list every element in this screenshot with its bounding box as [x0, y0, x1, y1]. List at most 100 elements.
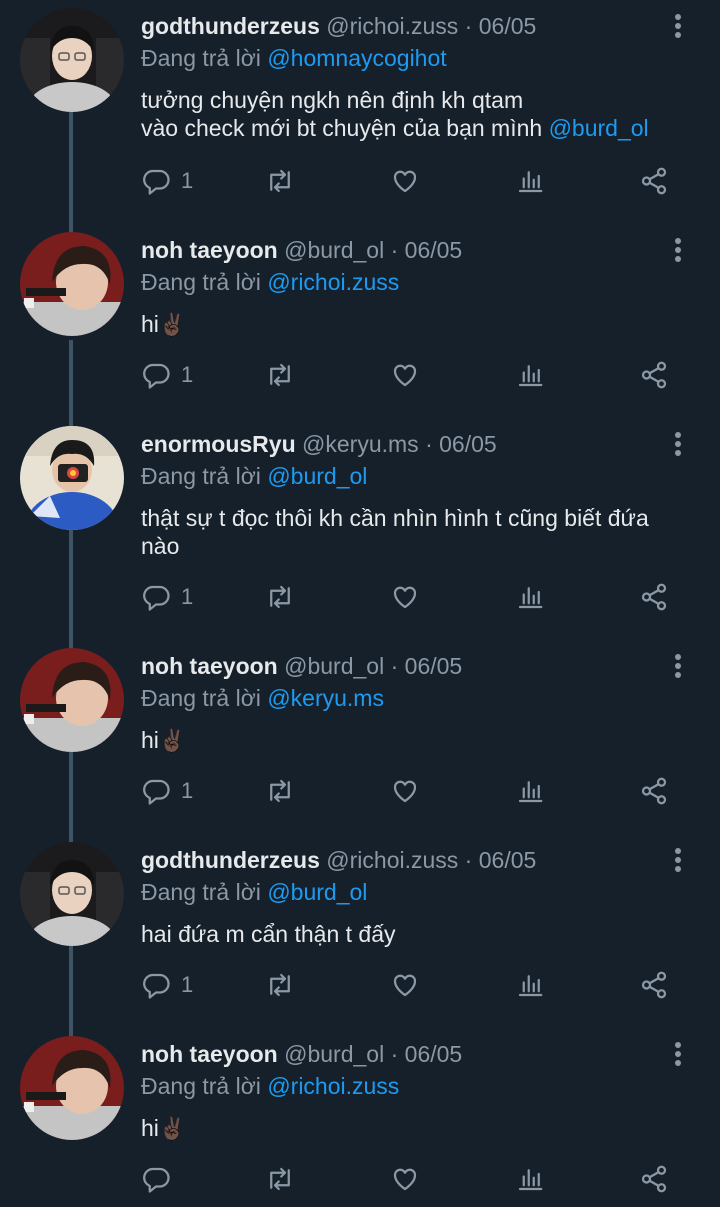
retweet-icon — [270, 973, 290, 997]
share-button[interactable] — [639, 577, 669, 617]
display-name[interactable]: godthunderzeus — [141, 847, 320, 873]
more-icon[interactable] — [666, 654, 690, 682]
tweet-date[interactable]: 06/05 — [439, 431, 497, 457]
more-icon[interactable] — [666, 14, 690, 42]
tweet-date[interactable]: 06/05 — [479, 13, 537, 39]
more-icon[interactable] — [666, 432, 690, 460]
like-button[interactable] — [390, 965, 420, 1005]
tweet-date[interactable]: 06/05 — [405, 653, 463, 679]
avatar[interactable] — [20, 426, 124, 530]
avatar[interactable] — [20, 842, 124, 946]
retweet-button[interactable] — [265, 161, 295, 201]
tweet-text: hi✌🏿 — [141, 726, 701, 755]
replying-label: Đang trả lời — [141, 685, 261, 711]
mention-link[interactable]: @keryu.ms — [267, 685, 384, 711]
reply-button[interactable]: 1 — [141, 355, 193, 395]
action-bar: 1 — [0, 771, 720, 811]
avatar[interactable] — [20, 8, 124, 112]
display-name[interactable]: enormousRyu — [141, 431, 296, 457]
reply-icon — [143, 585, 170, 611]
avatar[interactable] — [20, 648, 124, 752]
display-name[interactable]: noh taeyoon — [141, 1041, 278, 1067]
reply-button[interactable]: 1 — [141, 161, 193, 201]
user-handle[interactable]: @burd_ol — [284, 237, 384, 263]
mention-link[interactable]: @richoi.zuss — [267, 1073, 399, 1099]
more-icon[interactable] — [666, 1042, 690, 1070]
action-bar: 1 — [0, 965, 720, 1005]
reply-button[interactable] — [141, 1159, 181, 1199]
retweet-button[interactable] — [265, 577, 295, 617]
reply-button[interactable]: 1 — [141, 577, 193, 617]
replying-label: Đang trả lời — [141, 269, 261, 295]
reply-button[interactable]: 1 — [141, 965, 193, 1005]
share-icon — [641, 361, 667, 389]
views-button[interactable] — [515, 1159, 545, 1199]
user-handle[interactable]: @richoi.zuss — [326, 847, 458, 873]
like-button[interactable] — [390, 577, 420, 617]
views-button[interactable] — [515, 577, 545, 617]
tweet-text-line: vào check mới bt chuyện của bạn mình — [141, 115, 543, 141]
tweet[interactable]: noh taeyoon @burd_ol · 06/05 Đang trả lờ… — [0, 640, 720, 830]
tweet-date[interactable]: 06/05 — [405, 237, 463, 263]
retweet-icon — [270, 779, 290, 803]
mention-link[interactable]: @burd_ol — [267, 879, 367, 905]
reply-icon — [143, 1167, 170, 1193]
share-button[interactable] — [639, 771, 669, 811]
separator: · — [390, 653, 399, 679]
more-icon[interactable] — [666, 848, 690, 876]
tweet-text: thật sự t đọc thôi kh cần nhìn hình t cũ… — [141, 504, 701, 560]
like-button[interactable] — [390, 1159, 420, 1199]
display-name[interactable]: godthunderzeus — [141, 13, 320, 39]
tweet-date[interactable]: 06/05 — [405, 1041, 463, 1067]
views-icon — [518, 365, 543, 387]
views-icon — [518, 171, 543, 193]
views-button[interactable] — [515, 161, 545, 201]
more-icon[interactable] — [666, 238, 690, 266]
user-handle[interactable]: @burd_ol — [284, 653, 384, 679]
retweet-button[interactable] — [265, 1159, 295, 1199]
share-button[interactable] — [639, 355, 669, 395]
retweet-button[interactable] — [265, 771, 295, 811]
reply-count: 1 — [181, 778, 194, 803]
tweet[interactable]: godthunderzeus @richoi.zuss · 06/05 Đang… — [0, 834, 720, 1024]
replying-label: Đang trả lời — [141, 45, 261, 71]
tweet[interactable]: noh taeyoon @burd_ol · 06/05 Đang trả lờ… — [0, 1028, 720, 1207]
share-icon — [641, 583, 667, 611]
replying-label: Đang trả lời — [141, 1073, 261, 1099]
user-handle[interactable]: @keryu.ms — [302, 431, 419, 457]
reply-button[interactable]: 1 — [141, 771, 193, 811]
retweet-button[interactable] — [265, 355, 295, 395]
user-handle[interactable]: @burd_ol — [284, 1041, 384, 1067]
views-button[interactable] — [515, 355, 545, 395]
tweet-header: noh taeyoon @burd_ol · 06/05 — [141, 1040, 462, 1068]
user-handle[interactable]: @richoi.zuss — [326, 13, 458, 39]
avatar[interactable] — [20, 1036, 124, 1140]
display-name[interactable]: noh taeyoon — [141, 237, 278, 263]
retweet-button[interactable] — [265, 965, 295, 1005]
mention-link[interactable]: @richoi.zuss — [267, 269, 399, 295]
mention-link[interactable]: @burd_ol — [267, 463, 367, 489]
replying-to: Đang trả lời @homnaycogihot — [141, 44, 447, 72]
tweet-header: enormousRyu @keryu.ms · 06/05 — [141, 430, 497, 458]
tweet[interactable]: enormousRyu @keryu.ms · 06/05 Đang trả l… — [0, 418, 720, 638]
tweet[interactable]: noh taeyoon @burd_ol · 06/05 Đang trả lờ… — [0, 224, 720, 414]
avatar[interactable] — [20, 232, 124, 336]
reply-count: 1 — [181, 972, 194, 997]
reply-icon — [143, 169, 170, 195]
views-button[interactable] — [515, 771, 545, 811]
mention-link[interactable]: @burd_ol — [549, 115, 649, 141]
views-button[interactable] — [515, 965, 545, 1005]
display-name[interactable]: noh taeyoon — [141, 653, 278, 679]
replying-to: Đang trả lời @burd_ol — [141, 878, 367, 906]
share-button[interactable] — [639, 1159, 669, 1199]
share-button[interactable] — [639, 161, 669, 201]
mention-link[interactable]: @homnaycogihot — [267, 45, 446, 71]
like-button[interactable] — [390, 771, 420, 811]
like-button[interactable] — [390, 161, 420, 201]
like-button[interactable] — [390, 355, 420, 395]
separator: · — [464, 847, 473, 873]
tweet-text-line: hai đứa m cẩn thận t đấy — [141, 921, 396, 947]
share-button[interactable] — [639, 965, 669, 1005]
tweet-date[interactable]: 06/05 — [479, 847, 537, 873]
tweet[interactable]: godthunderzeus @richoi.zuss · 06/05 Đang… — [0, 0, 720, 220]
